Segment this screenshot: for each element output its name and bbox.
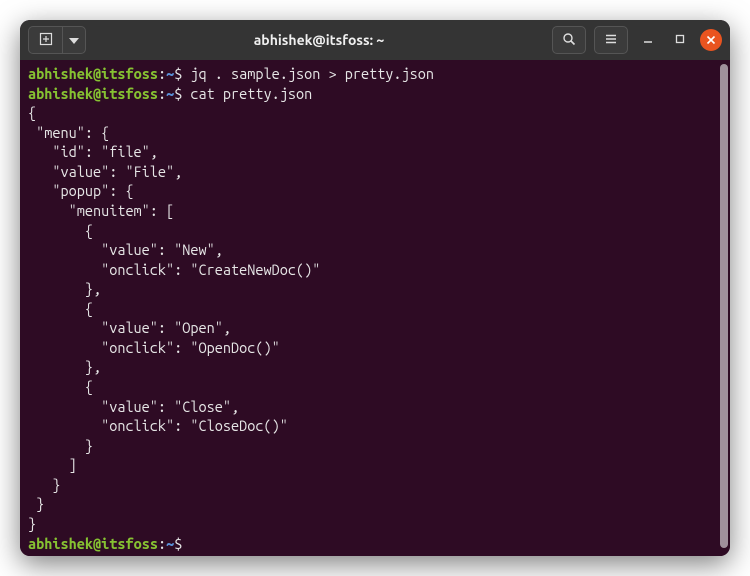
- terminal-body[interactable]: abhishek@itsfoss:~$ jq . sample.json > p…: [20, 60, 730, 556]
- tab-dropdown-button[interactable]: [62, 26, 86, 54]
- prompt-path: ~: [166, 535, 174, 552]
- output-line: "onclick": "OpenDoc()": [28, 339, 280, 356]
- output-line: "onclick": "CreateNewDoc()": [28, 261, 320, 278]
- output-line: "value": "File",: [28, 163, 182, 180]
- output-line: "onclick": "CloseDoc()": [28, 417, 288, 434]
- output-line: {: [28, 104, 36, 121]
- scrollbar[interactable]: [720, 64, 728, 548]
- search-icon: [562, 32, 576, 49]
- output-line: "menu": {: [28, 124, 109, 141]
- output-line: }: [28, 515, 36, 532]
- maximize-icon: [674, 32, 686, 48]
- chevron-down-icon: [69, 32, 79, 48]
- prompt-at: @: [93, 535, 101, 552]
- output-line: }: [28, 476, 60, 493]
- output-line: },: [28, 358, 101, 375]
- output-line: "value": "Open",: [28, 319, 231, 336]
- prompt-user: abhishek: [28, 535, 93, 552]
- prompt-at: @: [93, 65, 101, 82]
- output-line: "id": "file",: [28, 143, 158, 160]
- output-line: }: [28, 437, 93, 454]
- prompt-symbol: $: [174, 535, 182, 552]
- maximize-button[interactable]: [668, 28, 692, 52]
- output-line: "menuitem": [: [28, 202, 174, 219]
- command-1: jq . sample.json > pretty.json: [182, 65, 434, 82]
- minimize-icon: [642, 32, 654, 48]
- hamburger-icon: [604, 32, 618, 49]
- command-2: cat pretty.json: [182, 85, 312, 102]
- prompt-colon: :: [158, 535, 166, 552]
- output-line: {: [28, 222, 93, 239]
- prompt-path: ~: [166, 65, 174, 82]
- close-button[interactable]: [700, 29, 722, 51]
- output-line: {: [28, 378, 93, 395]
- close-icon: [706, 32, 716, 48]
- minimize-button[interactable]: [636, 28, 660, 52]
- prompt-colon: :: [158, 65, 166, 82]
- output-line: },: [28, 280, 101, 297]
- output-line: {: [28, 300, 93, 317]
- prompt-host: itsfoss: [101, 535, 158, 552]
- output-line: ]: [28, 456, 77, 473]
- output-line: "value": "New",: [28, 241, 223, 258]
- prompt-host: itsfoss: [101, 65, 158, 82]
- prompt-at: @: [93, 85, 101, 102]
- terminal-window: abhishek@itsfoss: ~: [20, 20, 730, 556]
- prompt-user: abhishek: [28, 65, 93, 82]
- titlebar-left-group: [28, 26, 86, 54]
- output-line: "value": "Close",: [28, 398, 239, 415]
- prompt-host: itsfoss: [101, 85, 158, 102]
- menu-button[interactable]: [594, 26, 628, 54]
- new-tab-button[interactable]: [28, 26, 62, 54]
- output-line: }: [28, 495, 44, 512]
- titlebar: abhishek@itsfoss: ~: [20, 20, 730, 60]
- prompt-user: abhishek: [28, 85, 93, 102]
- search-button[interactable]: [552, 26, 586, 54]
- prompt-path: ~: [166, 85, 174, 102]
- new-tab-icon: [39, 32, 53, 49]
- window-title: abhishek@itsfoss: ~: [94, 32, 544, 48]
- output-line: "popup": {: [28, 182, 134, 199]
- prompt-colon: :: [158, 85, 166, 102]
- titlebar-right-group: [552, 26, 722, 54]
